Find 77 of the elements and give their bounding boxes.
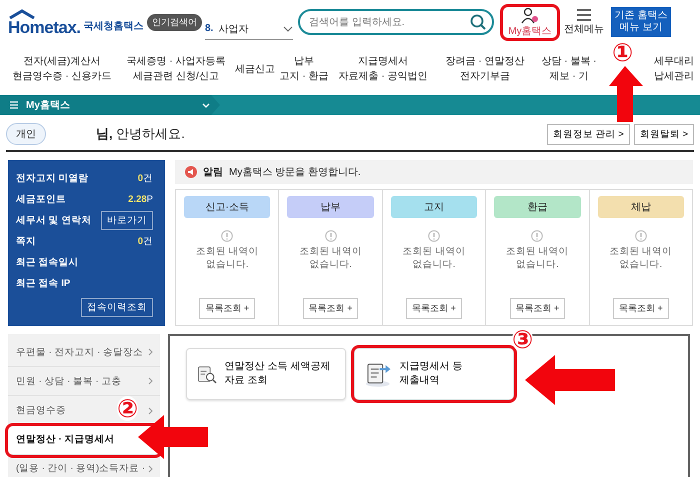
document-send-icon [365, 362, 392, 386]
account-button[interactable]: 회원정보 관리 > [546, 124, 630, 144]
all-menu-button[interactable]: 전체메뉴 [562, 8, 606, 36]
house-roof-icon [8, 8, 36, 18]
side-menu-item[interactable]: 민원 · 상담 · 불복 · 고충 [8, 367, 160, 396]
nav-menu-item[interactable]: 국세증명 · 사업자등록 세금관련 신청/신고 [120, 54, 232, 84]
service-button[interactable]: 연말정산 소득 세액공제 자료 조회 [186, 348, 346, 400]
popular-search-badge: 인기검색어 [147, 14, 202, 30]
logo-subtitle: 국세청홈택스 [84, 20, 144, 34]
info-icon [428, 230, 440, 242]
logo-text[interactable]: Hometax. [8, 18, 81, 36]
count-unit: 건 [143, 236, 153, 247]
list-button[interactable]: 목록조회 + [612, 298, 669, 319]
info-icon [324, 230, 337, 242]
list-button[interactable]: 목록조회 + [406, 298, 462, 319]
summary-label: 쪽지 [16, 235, 36, 248]
empty-message: 조회된 내역이 없습니다. [505, 246, 570, 272]
chevron-right-icon [148, 406, 154, 414]
nav-menu-item[interactable]: 납부 고지 · 환급 [278, 54, 330, 84]
side-menu-item[interactable]: 우편물 · 전자고지 · 송달장소 [8, 338, 160, 368]
chevron-down-icon [202, 102, 210, 108]
highlight-overlay [500, 4, 560, 40]
service-button[interactable]: 지급명세서 등 제출내역 [354, 348, 514, 400]
notice-message: My홈택스 방문을 환영합니다. [229, 166, 361, 179]
step-number: ③ [512, 327, 534, 352]
count-value: 2.28 [128, 194, 147, 205]
breadcrumb-menu[interactable]: My홈택스 [0, 95, 220, 115]
nav-menu-item[interactable]: 장려금 · 연말정산 전자기부금 [436, 54, 534, 84]
info-icon [531, 230, 544, 242]
popular-search-select[interactable]: 8. 사업자 [205, 18, 293, 40]
chevron-right-icon [148, 464, 154, 473]
summary-label: 최근 접속일시 [16, 256, 79, 269]
nav-menu-item[interactable]: 전자(세금)계산서 현금영수증 · 신용카드 [4, 54, 120, 84]
summary-label: 세금포인트 [16, 193, 66, 206]
account-button[interactable]: 회원탈퇴 > [634, 124, 694, 144]
shortcut-button[interactable]: 바로가기 [101, 211, 153, 230]
summary-label: 최근 접속 IP [16, 277, 70, 290]
nav-menu-item[interactable]: 지급명세서 자료제출 · 공익법인 [330, 54, 436, 84]
my-hometax-link[interactable]: My홈택스 [503, 6, 557, 38]
list-button[interactable]: 목록조회 + [199, 298, 256, 319]
nav-menu-item[interactable]: 세금신고 [232, 62, 278, 76]
count-unit: 건 [143, 173, 153, 184]
menu-icon [576, 8, 592, 22]
nav-menu-item[interactable]: 세무대리 납세관리 [648, 54, 700, 84]
list-button[interactable]: 목록조회 + [302, 298, 358, 319]
count-unit: P [146, 194, 153, 205]
card-title: 신고·소득 [184, 196, 270, 218]
user-icon [521, 6, 539, 24]
empty-message: 조회된 내역이 없습니다. [298, 246, 363, 272]
nav-menu-item[interactable]: 상담 · 불복 · 제보 · 기 [534, 54, 604, 84]
info-icon [221, 230, 234, 242]
menu-icon [10, 101, 18, 109]
empty-message: 조회된 내역이 없습니다. [608, 246, 674, 272]
chevron-right-icon [148, 348, 154, 356]
notice-label: 알림 [203, 166, 223, 179]
greeting-text: 님, 안녕하세요. [96, 125, 186, 143]
card-title: 고지 [390, 196, 478, 218]
login-history-button[interactable]: 접속이력조회 [81, 298, 153, 317]
user-type-tag: 개인 [6, 123, 46, 145]
pointer-arrow [138, 415, 208, 459]
empty-message: 조회된 내역이 없습니다. [402, 246, 466, 272]
chevron-down-icon [283, 26, 293, 32]
count-value: 0 [138, 236, 143, 247]
speaker-icon [185, 166, 197, 178]
summary-label: 전자고지 미열람 [16, 172, 89, 185]
card-title: 환급 [494, 196, 581, 218]
info-icon [634, 230, 647, 242]
legacy-menu-button[interactable]: 기존 홈택스 메뉴 보기 [611, 7, 671, 37]
pointer-arrow [609, 66, 643, 122]
list-button[interactable]: 목록조회 + [510, 298, 566, 319]
count-value: 0 [138, 173, 143, 184]
search-field[interactable]: 검색어를 입력하세요. [298, 9, 494, 35]
empty-message: 조회된 내역이 없습니다. [194, 246, 260, 272]
card-title: 체납 [598, 196, 684, 218]
card-title: 납부 [287, 196, 374, 218]
summary-label: 세무서 및 연락처 [16, 214, 92, 227]
chevron-right-icon [148, 377, 154, 386]
